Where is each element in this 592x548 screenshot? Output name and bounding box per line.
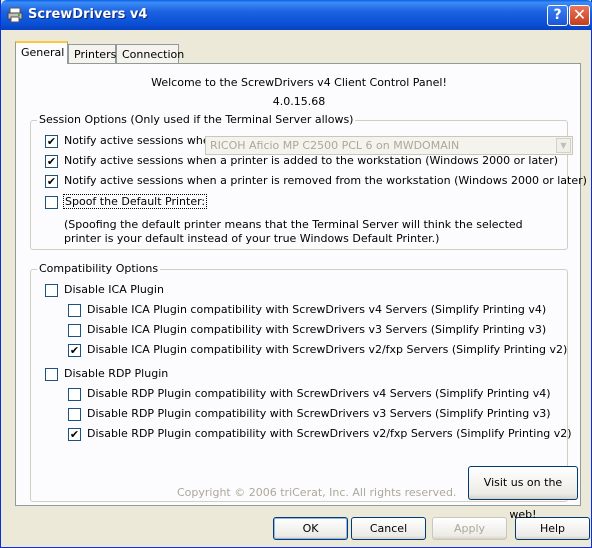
spoof-note: (Spoofing the default printer means that… (64, 218, 523, 245)
rdp-v3-label: Disable RDP Plugin compatibility with Sc… (87, 407, 551, 420)
notify-printer-removed-checkbox[interactable] (45, 175, 58, 188)
window-title: ScrewDrivers v4 (28, 7, 148, 22)
rdp-v3-checkbox[interactable] (68, 408, 81, 421)
spoof-default-printer-label: Spoof the Default Printer: (63, 194, 208, 209)
rdp-v4-label: Disable RDP Plugin compatibility with Sc… (87, 387, 551, 400)
notify-printer-removed-label: Notify active sessions when a printer is… (64, 174, 587, 187)
tab-connection[interactable]: Connection (116, 44, 184, 64)
welcome-text: Welcome to the ScrewDrivers v4 Client Co… (151, 76, 447, 89)
session-options-legend: Session Options (Only used if the Termin… (37, 113, 356, 126)
version-text: 4.0.15.68 (272, 95, 326, 108)
disable-rdp-label: Disable RDP Plugin (64, 367, 169, 380)
ica-v4-checkbox[interactable] (68, 304, 81, 317)
disable-ica-label: Disable ICA Plugin (64, 283, 164, 296)
screwdrivers-window: ScrewDrivers v4 ? ✕ General Printers Con… (0, 0, 592, 548)
title-bar[interactable]: ScrewDrivers v4 ? ✕ (1, 0, 592, 30)
ica-v2-checkbox[interactable] (68, 344, 81, 357)
compatibility-options-group: Compatibility Options Disable ICA Plugin… (30, 262, 578, 521)
help-icon[interactable]: ? (547, 5, 568, 26)
ica-v3-checkbox[interactable] (68, 324, 81, 337)
chevron-down-icon[interactable]: ▼ (556, 138, 571, 153)
ica-v4-label: Disable ICA Plugin compatibility with Sc… (87, 303, 547, 316)
ica-v3-label: Disable ICA Plugin compatibility with Sc… (87, 323, 547, 336)
rdp-v2-checkbox[interactable] (68, 428, 81, 441)
copyright-text: Copyright © 2006 triCerat, Inc. All righ… (177, 486, 457, 499)
spoof-default-printer-checkbox[interactable] (45, 196, 58, 209)
ica-v2-label: Disable ICA Plugin compatibility with Sc… (87, 343, 568, 356)
notify-default-change-checkbox[interactable] (45, 135, 58, 148)
spoof-printer-value: RICOH Aficio MP C2500 PCL 6 on MWDOMAIN (210, 139, 460, 152)
rdp-v2-label: Disable RDP Plugin compatibility with Sc… (87, 427, 572, 440)
tab-printers[interactable]: Printers (68, 44, 116, 64)
apply-button[interactable]: Apply (432, 517, 507, 540)
ok-button[interactable]: OK (273, 517, 348, 540)
spoof-printer-select[interactable]: RICOH Aficio MP C2500 PCL 6 on MWDOMAIN … (205, 136, 573, 155)
close-icon[interactable]: ✕ (569, 5, 590, 26)
visit-web-button[interactable]: Visit us on the web! (468, 466, 578, 521)
disable-ica-checkbox[interactable] (45, 284, 58, 297)
tab-general[interactable]: General (15, 41, 68, 64)
general-panel: Welcome to the ScrewDrivers v4 Client Co… (15, 63, 587, 521)
notify-printer-added-checkbox[interactable] (45, 155, 58, 168)
cancel-button[interactable]: Cancel (351, 517, 426, 540)
printer-icon (7, 7, 23, 23)
disable-rdp-checkbox[interactable] (45, 368, 58, 381)
rdp-v4-checkbox[interactable] (68, 388, 81, 401)
compatibility-options-legend: Compatibility Options (37, 262, 161, 275)
notify-printer-added-label: Notify active sessions when a printer is… (64, 154, 559, 167)
